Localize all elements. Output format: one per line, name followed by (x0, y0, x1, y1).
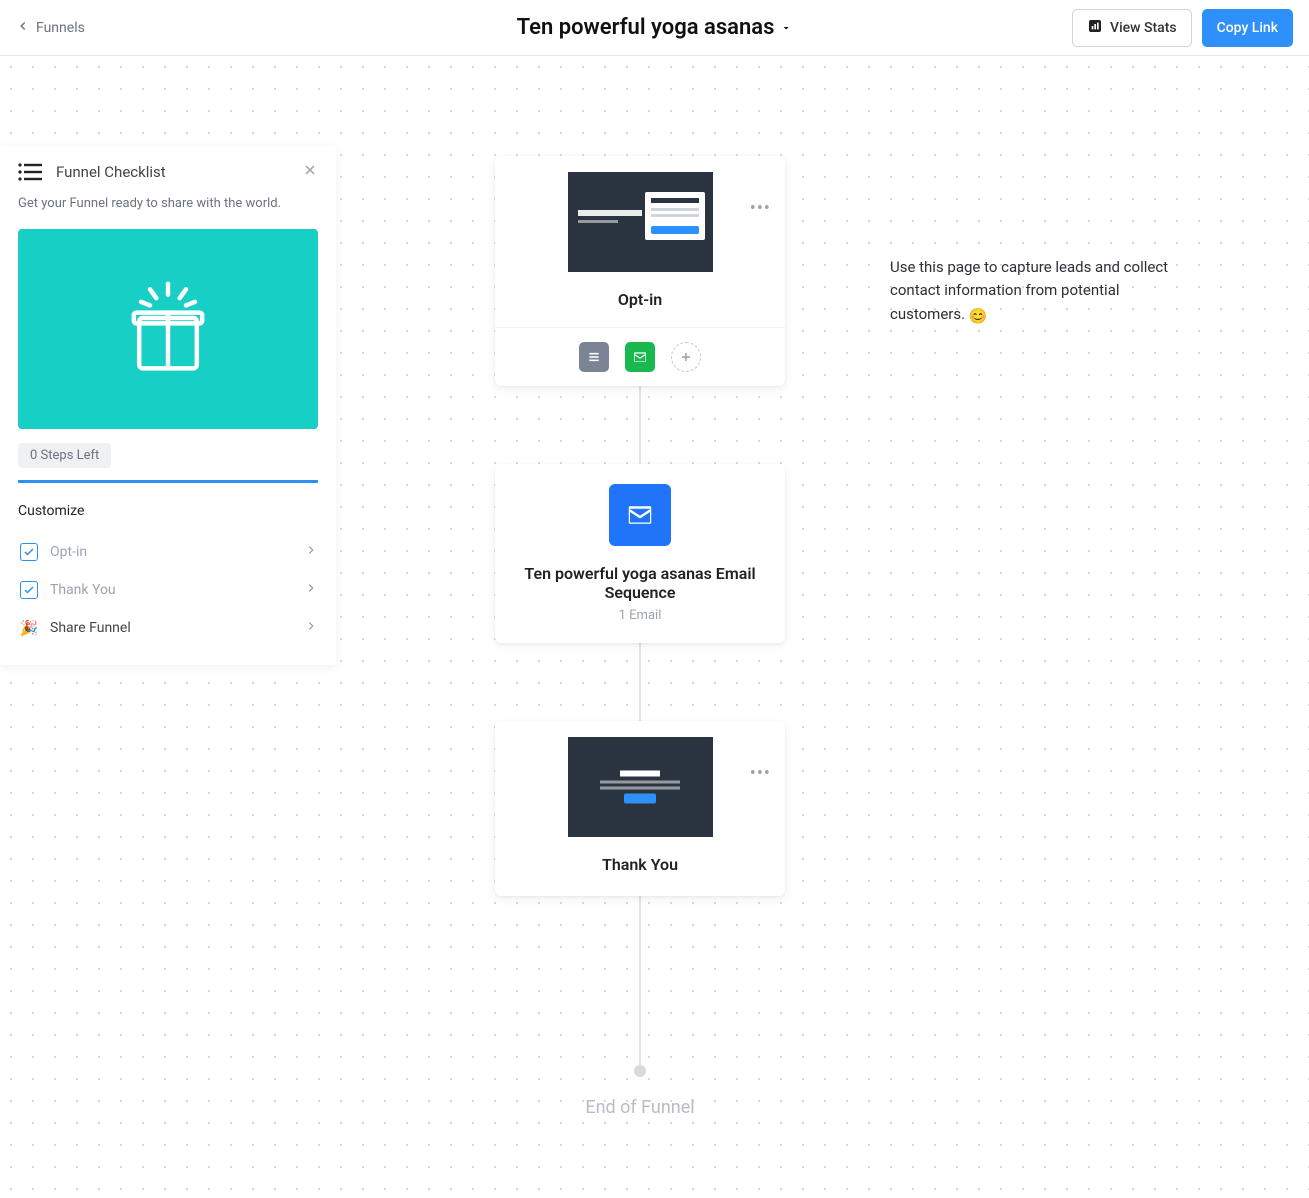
view-stats-label: View Stats (1110, 20, 1177, 36)
funnel-node-thankyou[interactable]: ••• Thank You (495, 721, 785, 896)
add-action-button[interactable] (671, 342, 701, 372)
checklist-title: Funnel Checklist (56, 163, 302, 181)
progress-fill (18, 480, 318, 483)
node-title: Ten powerful yoga asanas Email Sequence (513, 564, 767, 602)
optin-thumbnail (568, 172, 713, 272)
more-icon[interactable]: ••• (750, 763, 771, 784)
annotation-text: Use this page to capture leads and colle… (890, 256, 1190, 328)
funnel-end-label: End of Funnel (585, 1097, 694, 1118)
node-actions (495, 327, 785, 386)
node-title: Opt-in (618, 290, 662, 309)
topbar-actions: View Stats Copy Link (1072, 9, 1293, 47)
funnel-title-dropdown[interactable]: Ten powerful yoga asanas (517, 15, 793, 40)
copy-link-button[interactable]: Copy Link (1202, 9, 1293, 47)
checklist-item-optin[interactable]: Opt-in (18, 533, 318, 571)
funnel-canvas[interactable]: Funnel Checklist Get your Funnel ready t… (0, 56, 1309, 1198)
checklist-item-thankyou[interactable]: Thank You (18, 571, 318, 609)
back-to-funnels[interactable]: Funnels (16, 19, 85, 37)
back-label: Funnels (36, 20, 85, 36)
node-title: Thank You (602, 855, 678, 874)
form-action-button[interactable] (579, 342, 609, 372)
progress-track (18, 480, 318, 483)
checklist-item-label: Opt-in (50, 544, 304, 560)
chevron-left-icon (16, 19, 30, 37)
checklist-item-label: Thank You (50, 582, 304, 598)
top-bar: Funnels Ten powerful yoga asanas View St… (0, 0, 1309, 56)
more-icon[interactable]: ••• (750, 198, 771, 219)
caret-down-icon (780, 15, 792, 40)
mail-icon (609, 484, 671, 546)
list-icon (18, 163, 42, 181)
steps-left-badge: 0 Steps Left (18, 443, 111, 468)
confetti-icon: 🎉 (18, 617, 40, 639)
chevron-right-icon (304, 543, 318, 561)
checkbox-icon (18, 579, 40, 601)
checklist-header: Funnel Checklist (18, 162, 318, 182)
email-action-button[interactable] (625, 342, 655, 372)
funnel-end-dot (634, 1065, 646, 1077)
checkbox-icon (18, 541, 40, 563)
connector-line (639, 896, 641, 1071)
funnel-title: Ten powerful yoga asanas (517, 15, 775, 40)
copy-link-label: Copy Link (1217, 20, 1278, 36)
close-icon[interactable] (302, 162, 318, 182)
view-stats-button[interactable]: View Stats (1072, 9, 1192, 47)
connector-line (639, 386, 641, 464)
funnel-column: ••• Opt-in (490, 156, 790, 1118)
stats-icon (1087, 18, 1103, 38)
chevron-right-icon (304, 581, 318, 599)
smile-emoji-icon: 😊 (969, 307, 988, 325)
checklist-item-share[interactable]: 🎉 Share Funnel (18, 609, 318, 647)
funnel-node-optin[interactable]: ••• Opt-in (495, 156, 785, 386)
connector-line (639, 643, 641, 721)
checklist-subtitle: Get your Funnel ready to share with the … (18, 196, 318, 211)
thankyou-thumbnail (568, 737, 713, 837)
gift-icon (123, 272, 213, 386)
funnel-node-email-sequence[interactable]: Ten powerful yoga asanas Email Sequence … (495, 464, 785, 643)
chevron-right-icon (304, 619, 318, 637)
gift-illustration (18, 229, 318, 429)
customize-label: Customize (18, 503, 318, 519)
annotation-body: Use this page to capture leads and colle… (890, 258, 1168, 323)
node-subtitle: 1 Email (619, 608, 662, 623)
checklist-panel: Funnel Checklist Get your Funnel ready t… (0, 146, 336, 665)
checklist-item-label: Share Funnel (50, 620, 304, 636)
